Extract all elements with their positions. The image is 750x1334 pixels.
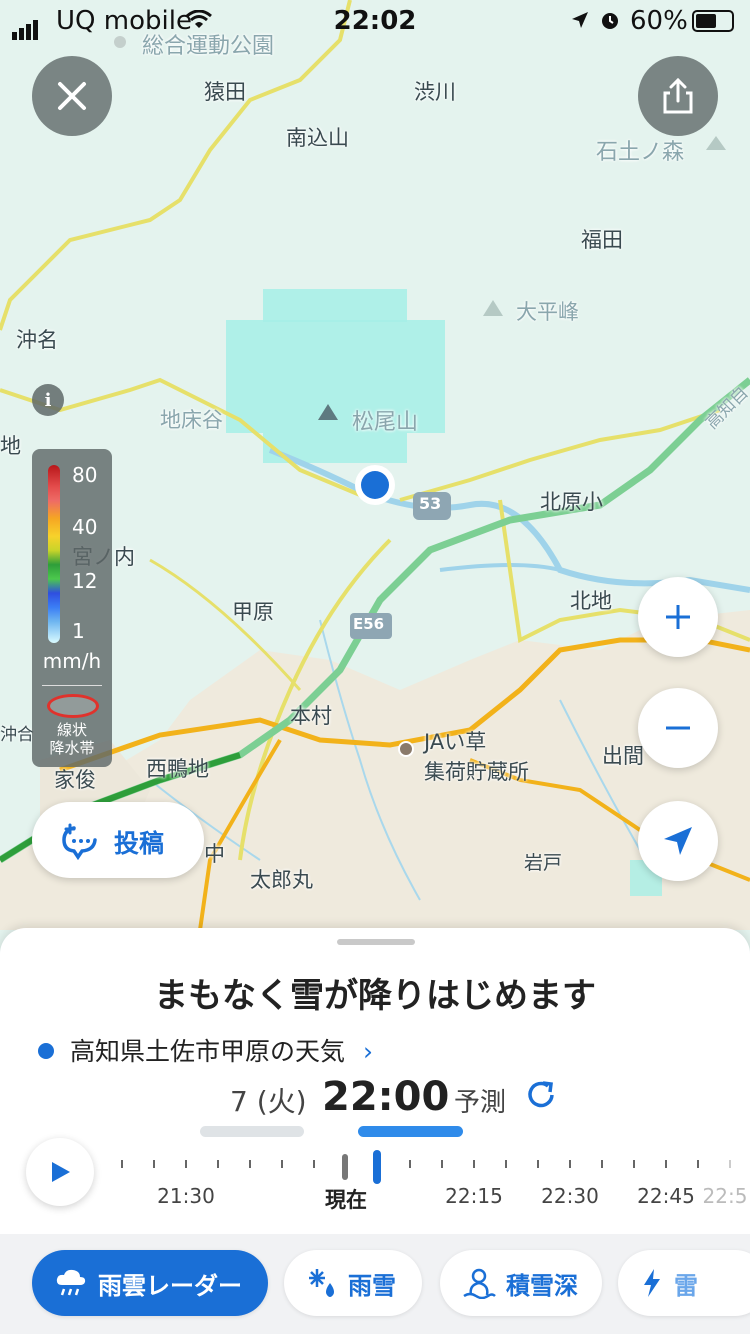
- share-button[interactable]: [638, 56, 718, 136]
- locate-button[interactable]: [638, 801, 718, 881]
- map-label: 猿田: [204, 80, 246, 104]
- share-icon: [663, 77, 693, 114]
- tab-lightning-label: 雷: [674, 1271, 698, 1300]
- map-label: 地: [0, 434, 21, 458]
- map-label: 渋川: [414, 80, 456, 104]
- post-button[interactable]: 投稿: [32, 802, 204, 878]
- timeline-label: 22:45: [637, 1184, 695, 1208]
- linear-band-label-line2: 降水帯: [49, 739, 95, 757]
- forecast-range-bar: [358, 1126, 463, 1137]
- play-icon: [52, 1162, 70, 1182]
- location-dot-icon: [38, 1043, 54, 1059]
- snowman-icon: [462, 1267, 496, 1299]
- forecast-mode-label: 予測: [454, 1088, 507, 1118]
- location-link[interactable]: 高知県土佐市甲原の天気 ›: [38, 1032, 373, 1068]
- linear-band-icon: [47, 694, 99, 718]
- timeline-now-marker: [342, 1154, 348, 1180]
- minus-icon: [666, 726, 690, 730]
- tab-rain-radar[interactable]: 雨雲レーダー: [32, 1250, 268, 1316]
- map-label: 北原小: [540, 490, 603, 514]
- map-label: 地床谷: [160, 408, 223, 432]
- legend-unit: mm/h: [42, 649, 102, 673]
- map-label: 沖名: [16, 328, 58, 352]
- post-button-label: 投稿: [114, 829, 165, 858]
- refresh-icon[interactable]: [524, 1078, 558, 1112]
- plus-icon: [666, 605, 690, 629]
- map-label: 中: [204, 842, 225, 866]
- location-arrow-icon: [572, 12, 588, 28]
- tab-rain-snow-label: 雨雪: [348, 1271, 396, 1300]
- map-label: 西鴨地: [146, 757, 209, 781]
- forecast-headline: まもなく雪が降りはじめます: [154, 976, 596, 1016]
- timeline-label: 22:5: [702, 1184, 748, 1208]
- map-label: 石土ノ森: [596, 140, 685, 165]
- map-label: JAい草: [424, 730, 487, 754]
- tab-lightning[interactable]: 雷: [618, 1250, 750, 1316]
- play-button[interactable]: [26, 1138, 94, 1206]
- tab-rain-snow[interactable]: 雨雪: [284, 1250, 422, 1316]
- date-label: 7 (火): [230, 1085, 307, 1118]
- lightning-icon: [640, 1267, 664, 1299]
- map-label: 松尾山: [352, 410, 419, 435]
- info-icon: i: [44, 389, 52, 411]
- legend-tick-80: 80: [72, 463, 98, 487]
- map-label: 大平峰: [516, 300, 579, 324]
- map-label: 福田: [581, 228, 623, 252]
- past-range-bar: [200, 1126, 304, 1137]
- zoom-out-button[interactable]: [638, 688, 718, 768]
- legend-divider: [42, 685, 102, 686]
- info-button[interactable]: i: [32, 384, 64, 416]
- legend-tick-12: 12: [72, 569, 98, 593]
- alarm-icon: [602, 13, 618, 29]
- map-label: 北地: [570, 589, 612, 613]
- map-label: 沖合: [0, 725, 34, 745]
- precipitation-legend: 80 40 20 12 1 mm/h 線状 降水帯: [32, 449, 112, 767]
- timeline-slider[interactable]: [110, 1144, 750, 1184]
- legend-tick-1: 1: [72, 619, 85, 643]
- chevron-right-icon: ›: [363, 1037, 374, 1066]
- rain-cloud-icon: [54, 1267, 88, 1299]
- status-bar: UQ mobile 22:02 60%: [0, 0, 750, 40]
- legend-color-scale: [48, 465, 60, 643]
- sheet-drag-handle[interactable]: [337, 939, 415, 945]
- navigation-arrow-icon: [664, 827, 692, 855]
- timeline-label: 22:30: [541, 1184, 599, 1208]
- legend-tick-20: 20: [72, 541, 97, 565]
- chat-plus-icon: [62, 823, 97, 860]
- linear-band-label: 線状 降水帯: [32, 721, 112, 757]
- time-label: 22:00: [322, 1074, 450, 1120]
- zoom-in-button[interactable]: [638, 577, 718, 657]
- map-label: 太郎丸: [250, 868, 313, 892]
- legend-tick-40: 40: [72, 515, 98, 539]
- tab-rain-radar-label: 雨雲レーダー: [98, 1271, 242, 1300]
- close-button[interactable]: [32, 56, 112, 136]
- map-label: 家俊: [54, 768, 96, 792]
- tab-snow-depth-label: 積雪深: [506, 1271, 578, 1300]
- timeline-label-now: 現在: [325, 1188, 367, 1212]
- battery-icon: [692, 10, 734, 32]
- tab-snow-depth[interactable]: 積雪深: [440, 1250, 602, 1316]
- battery-percent: 60%: [630, 6, 688, 36]
- snow-drop-icon: [306, 1267, 338, 1299]
- map-label: 集荷貯蔵所: [424, 760, 529, 784]
- timeline-scrubber-handle[interactable]: [373, 1150, 381, 1184]
- timeline-label: 21:30: [157, 1184, 215, 1208]
- map-label: 甲原: [232, 600, 274, 624]
- location-name: 高知県土佐市甲原の天気: [70, 1037, 346, 1066]
- map-label: 南込山: [286, 126, 349, 150]
- close-icon: [58, 82, 86, 110]
- timeline-label: 22:15: [445, 1184, 503, 1208]
- map-label: 出間: [602, 744, 644, 768]
- linear-band-label-line1: 線状: [56, 721, 87, 739]
- layer-tab-bar: 雨雲レーダー 雨雪 積雪深 雷: [0, 1234, 750, 1334]
- map-label: 岩戸: [524, 852, 563, 874]
- route-53-badge: 53: [419, 494, 442, 513]
- route-e56-badge: E56: [353, 615, 385, 633]
- map-label: 本村: [290, 704, 332, 728]
